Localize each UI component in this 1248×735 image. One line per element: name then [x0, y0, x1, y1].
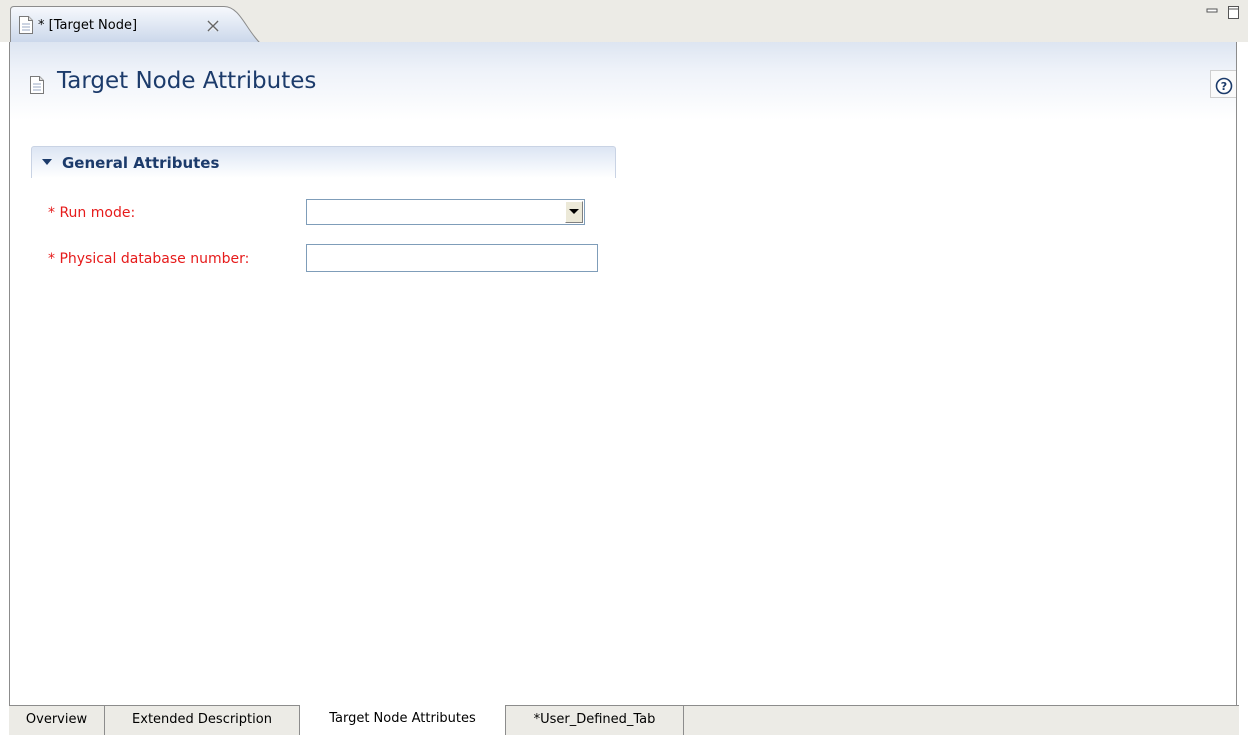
svg-text:?: ?	[1221, 80, 1227, 93]
editor-body: Target Node Attributes ? General Attribu…	[9, 42, 1237, 705]
document-icon	[29, 76, 45, 94]
tab-user-defined[interactable]: *User_Defined_Tab	[506, 706, 684, 735]
tab-overview[interactable]: Overview	[9, 706, 105, 735]
chevron-down-icon[interactable]	[42, 159, 52, 167]
minimize-icon[interactable]	[1206, 6, 1218, 18]
editor-tab-strip: * [Target Node]	[0, 0, 1248, 44]
maximize-icon[interactable]	[1228, 6, 1240, 19]
tab-target-node-attributes[interactable]: Target Node Attributes	[300, 705, 506, 735]
run-mode-combo[interactable]	[306, 199, 585, 225]
physical-database-number-field[interactable]	[306, 244, 598, 272]
physical-database-number-label: * Physical database number:	[48, 251, 250, 267]
form-header: Target Node Attributes ?	[10, 42, 1236, 120]
page-tab-bar: Overview Extended Description Target Nod…	[9, 705, 1239, 735]
editor-tab-title: * [Target Node]	[38, 18, 138, 33]
document-icon	[18, 16, 34, 34]
section-header-general-attributes[interactable]: General Attributes	[31, 146, 616, 178]
tab-extended-description[interactable]: Extended Description	[105, 706, 300, 735]
help-icon: ?	[1215, 77, 1233, 95]
editor-tab[interactable]: * [Target Node]	[10, 6, 262, 44]
dropdown-arrow-icon[interactable]	[565, 201, 583, 223]
help-button[interactable]: ?	[1210, 70, 1236, 98]
page-title: Target Node Attributes	[57, 68, 317, 94]
section-title: General Attributes	[62, 154, 220, 172]
run-mode-label: * Run mode:	[48, 205, 136, 221]
close-icon[interactable]	[206, 19, 220, 33]
